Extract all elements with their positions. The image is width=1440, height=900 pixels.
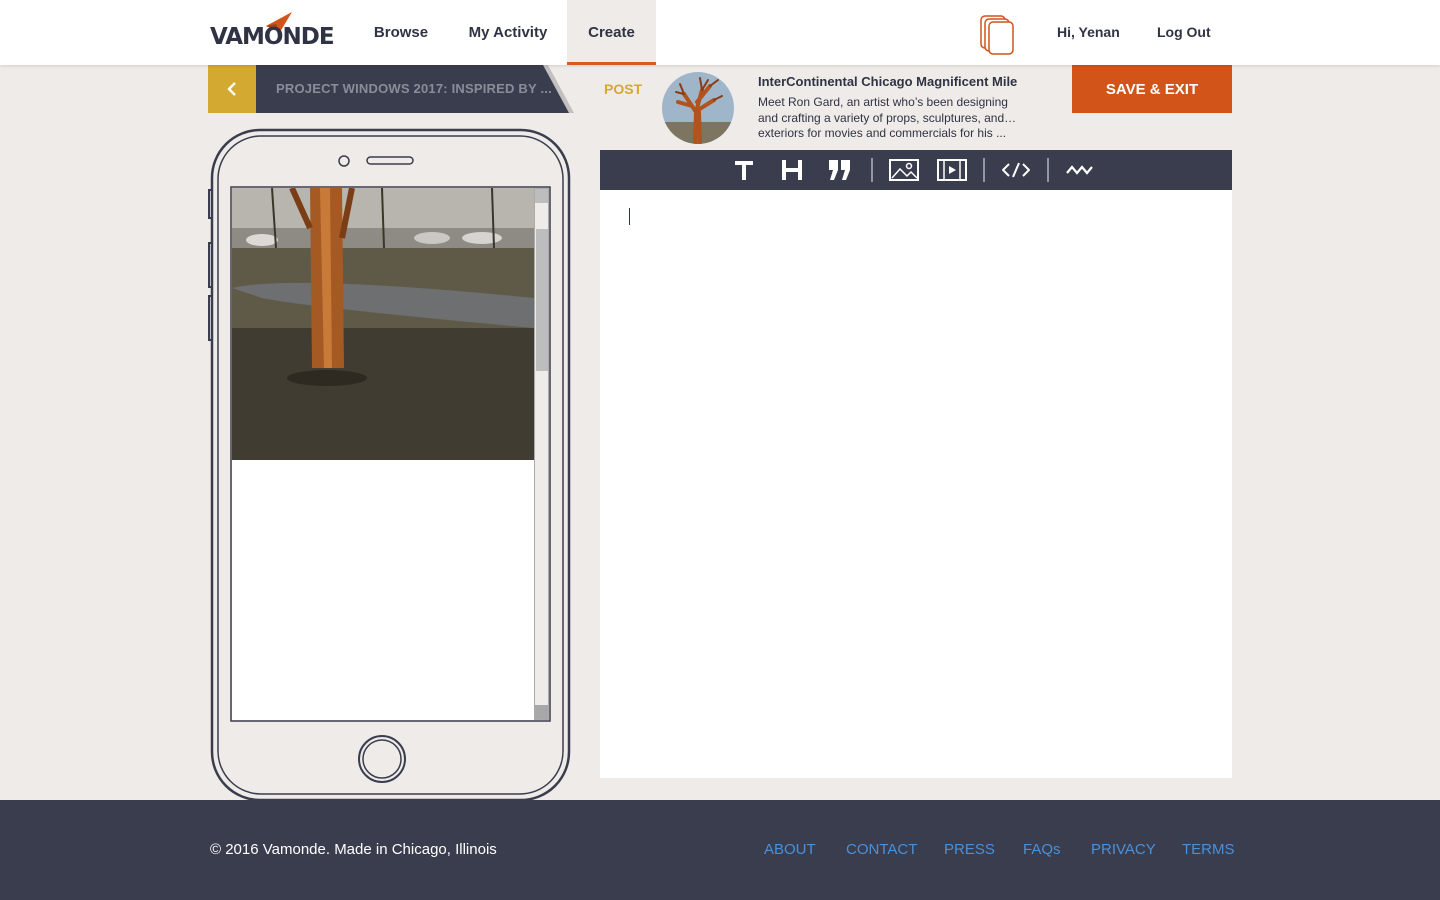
heading-tool-button[interactable] xyxy=(775,156,809,184)
project-title[interactable]: PROJECT WINDOWS 2017: INSPIRED BY ... xyxy=(276,81,552,96)
post-thumbnail xyxy=(662,72,734,144)
footer-link-about[interactable]: ABOUT xyxy=(764,841,816,858)
back-button[interactable] xyxy=(208,65,256,113)
embed-code-icon xyxy=(1002,162,1030,178)
text-tool-button[interactable] xyxy=(727,156,761,184)
editor-toolbar xyxy=(600,150,1232,190)
post-label: POST xyxy=(604,81,643,97)
footer-link-contact[interactable]: CONTACT xyxy=(846,841,917,858)
page-footer: © 2016 Vamonde. Made in Chicago, Illinoi… xyxy=(0,800,1440,900)
phone-screen[interactable] xyxy=(232,188,534,720)
footer-link-faqs[interactable]: FAQs xyxy=(1023,841,1061,858)
logo-wordmark: VAMONDE xyxy=(210,24,335,50)
quote-tool-button[interactable] xyxy=(823,156,857,184)
text-icon xyxy=(735,161,753,180)
top-header: VAMONDE Browse My Activity Create Hi, Ye… xyxy=(0,0,1440,65)
video-tool-button[interactable] xyxy=(935,156,969,184)
scroll-thumb[interactable] xyxy=(536,229,548,371)
image-tool-button[interactable] xyxy=(887,156,921,184)
embed-tool-button[interactable] xyxy=(999,156,1033,184)
footer-link-privacy[interactable]: PRIVACY xyxy=(1091,841,1156,858)
cover-image xyxy=(232,188,534,460)
post-description-line: Meet Ron Gard, an artist who’s been desi… xyxy=(758,95,1008,109)
scroll-up-arrow[interactable] xyxy=(535,189,548,203)
image-icon xyxy=(889,159,919,181)
footer-link-terms[interactable]: TERMS xyxy=(1182,841,1235,858)
post-title: InterContinental Chicago Magnificent Mil… xyxy=(758,74,1018,89)
text-caret xyxy=(629,208,630,225)
vamonde-logo[interactable]: VAMONDE xyxy=(210,12,335,50)
post-description-line: exteriors for movies and commercials for… xyxy=(758,126,1007,140)
save-exit-button[interactable]: SAVE & EXIT xyxy=(1072,65,1232,113)
content-editor[interactable] xyxy=(600,190,1232,778)
documents-icon[interactable] xyxy=(979,14,1015,56)
chevron-left-icon xyxy=(227,82,236,96)
user-greeting: Hi, Yenan xyxy=(1057,24,1120,40)
preview-scrollbar[interactable] xyxy=(534,188,549,720)
toolbar-separator xyxy=(983,158,985,182)
toolbar-separator xyxy=(1047,158,1049,182)
nav-my-activity[interactable]: My Activity xyxy=(456,0,560,65)
divider-tool-button[interactable] xyxy=(1063,156,1097,184)
copyright-text: © 2016 Vamonde. Made in Chicago, Illinoi… xyxy=(210,841,497,858)
heading-icon xyxy=(782,160,802,180)
logout-link[interactable]: Log Out xyxy=(1157,24,1211,40)
footer-link-press[interactable]: PRESS xyxy=(944,841,995,858)
post-description-line: and crafting a variety of props, sculptu… xyxy=(758,110,1017,125)
video-icon xyxy=(937,159,967,181)
nav-browse[interactable]: Browse xyxy=(358,0,444,65)
toolbar-separator xyxy=(871,158,873,182)
scroll-down-arrow[interactable] xyxy=(535,705,548,719)
quote-icon xyxy=(829,160,850,180)
divider-icon xyxy=(1066,165,1093,175)
post-description: Meet Ron Gard, an artist who’s been desi… xyxy=(758,95,1043,142)
nav-create[interactable]: Create xyxy=(567,0,656,65)
